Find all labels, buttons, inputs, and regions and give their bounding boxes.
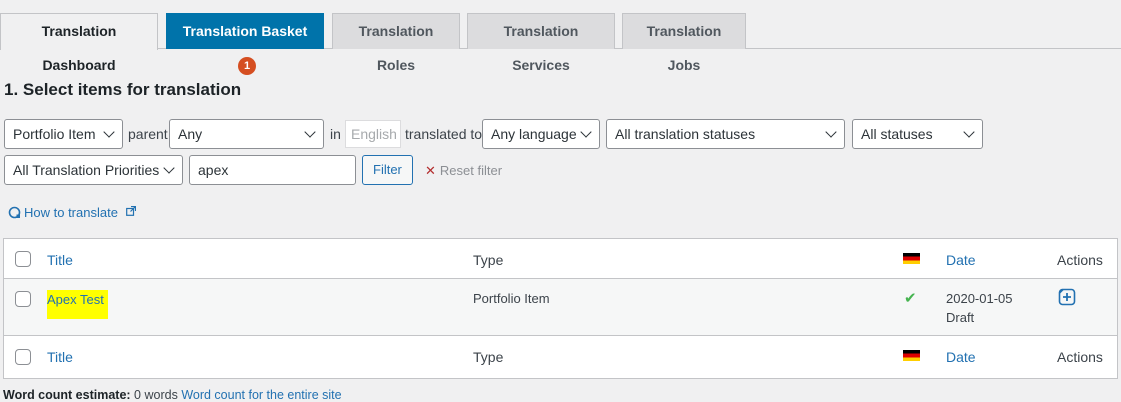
reset-filter-link[interactable]: ✕ Reset filter [425, 163, 502, 179]
tab-translation-dashboard[interactable]: Translation Dashboard [0, 13, 158, 73]
chevron-down-icon [304, 126, 316, 138]
type-select[interactable]: Portfolio Item [4, 119, 123, 149]
actions-column-header: Actions [1057, 252, 1103, 268]
tab-translation-services[interactable]: Translation Services [467, 13, 615, 73]
word-count-site-link[interactable]: Word count for the entire site [181, 388, 341, 402]
row-status: Draft [946, 310, 975, 325]
type-select-value: Portfolio Item [13, 126, 96, 142]
select-all-checkbox-footer[interactable] [15, 349, 31, 365]
status-value: All statuses [861, 126, 933, 142]
tab-label: Translation Basket [182, 23, 308, 39]
word-count-value: 0 words [134, 388, 178, 402]
table-header-row: Title Type Date Actions [4, 239, 1117, 279]
translation-status-select[interactable]: All translation statuses [606, 119, 845, 149]
chevron-down-icon [163, 162, 175, 174]
german-flag-icon [903, 253, 920, 264]
select-all-checkbox[interactable] [15, 251, 31, 267]
parent-select-value: Any [178, 126, 203, 142]
type-column-header: Type [473, 252, 504, 268]
date-column-header[interactable]: Date [946, 252, 976, 268]
table-footer-row: Title Type Date Actions [4, 336, 1117, 378]
chevron-down-icon [963, 126, 975, 138]
tab-bar: Translation Dashboard Translation Basket… [0, 0, 1121, 76]
add-translation-icon[interactable] [1058, 288, 1076, 306]
parent-select[interactable]: Any [169, 119, 324, 149]
chevron-down-icon [580, 126, 592, 138]
chevron-down-icon [103, 126, 115, 138]
filter-button[interactable]: Filter [362, 155, 413, 185]
in-label: in [330, 126, 341, 142]
row-type: Portfolio Item [473, 291, 550, 306]
row-title-link[interactable]: Apex Test [47, 290, 108, 319]
row-date: 2020-01-05 [946, 291, 1013, 306]
type-column-footer: Type [473, 349, 504, 365]
tab-label: Translation Jobs [646, 23, 722, 73]
source-language-field: English [345, 120, 401, 148]
date-column-footer[interactable]: Date [946, 349, 976, 365]
priority-value: All Translation Priorities [13, 162, 160, 178]
items-table: Title Type Date Actions Apex Test Portfo… [3, 238, 1118, 379]
tab-label: Translation Dashboard [41, 23, 117, 73]
row-checkbox[interactable] [15, 291, 31, 307]
chevron-down-icon [825, 126, 837, 138]
status-select[interactable]: All statuses [852, 119, 983, 149]
search-input[interactable]: apex [189, 155, 356, 185]
basket-count-badge: 1 [238, 57, 256, 76]
translated-to-label: translated to [405, 126, 483, 142]
german-flag-icon [903, 350, 920, 361]
how-to-translate-link[interactable]: How to translate [8, 205, 136, 220]
target-language-select[interactable]: Any language [482, 119, 600, 149]
tab-translation-jobs[interactable]: Translation Jobs [622, 13, 746, 73]
tab-label: Translation Services [503, 23, 579, 73]
external-link-icon [125, 205, 136, 216]
actions-column-footer: Actions [1057, 349, 1103, 365]
translation-status-value: All translation statuses [615, 126, 756, 142]
help-icon [8, 206, 21, 219]
title-column-header[interactable]: Title [47, 252, 73, 268]
table-row: Apex Test Portfolio Item ✔ 2020-01-05 Dr… [4, 279, 1117, 336]
how-to-translate-label: How to translate [24, 205, 118, 220]
tab-translation-basket[interactable]: Translation Basket 1 [166, 13, 324, 76]
priority-select[interactable]: All Translation Priorities [4, 155, 183, 185]
word-count-label: Word count estimate: [3, 388, 131, 402]
close-icon: ✕ [425, 163, 436, 178]
section-heading: 1. Select items for translation [4, 80, 242, 99]
word-count-estimate: Word count estimate: 0 words Word count … [3, 388, 342, 402]
target-language-value: Any language [491, 126, 577, 142]
parent-label: parent [128, 126, 168, 142]
reset-filter-label: Reset filter [439, 163, 503, 178]
title-column-footer[interactable]: Title [47, 349, 73, 365]
check-icon: ✔ [904, 290, 917, 307]
tab-translation-roles[interactable]: Translation Roles [332, 13, 460, 73]
tab-label: Translation Roles [358, 23, 434, 73]
